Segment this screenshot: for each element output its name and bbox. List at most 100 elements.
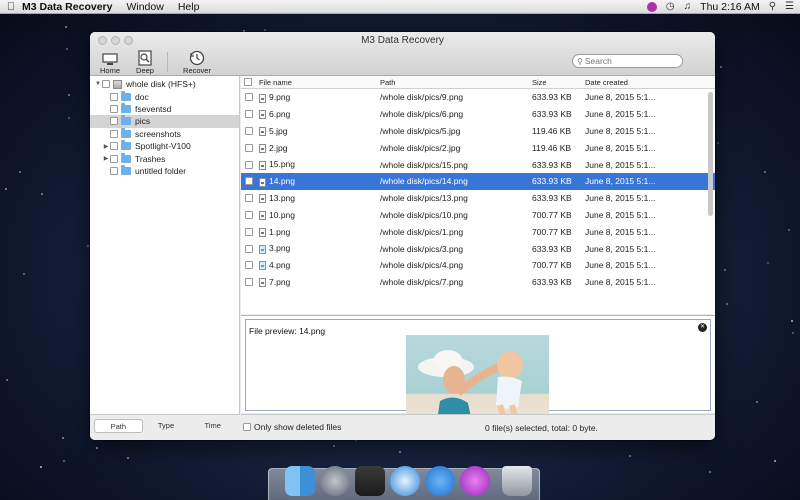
- tree-item-doc[interactable]: doc: [90, 90, 239, 102]
- row-checkbox[interactable]: [245, 126, 253, 135]
- tree-checkbox[interactable]: [110, 142, 118, 151]
- file-date: June 8, 2015 5:1...: [585, 176, 656, 187]
- row-checkbox[interactable]: [245, 227, 253, 236]
- star: [764, 171, 766, 173]
- star: [629, 455, 631, 457]
- file-icon: [259, 211, 266, 221]
- table-row[interactable]: 2.jpg/whole disk/pics/2.jpg 119.46 KB June…: [241, 139, 715, 156]
- only-deleted-checkbox[interactable]: [243, 423, 251, 431]
- window-title: M3 Data Recovery: [361, 35, 444, 46]
- tree-item-untitled-folder[interactable]: untitled folder: [90, 164, 239, 177]
- star: [96, 447, 98, 449]
- row-checkbox[interactable]: [245, 244, 253, 253]
- close-preview-icon[interactable]: ✕: [698, 323, 707, 332]
- tree-checkbox[interactable]: [110, 92, 118, 101]
- folder-tree: ▼ whole disk (HFS+) doc fseventsd pics s…: [90, 76, 239, 177]
- trash-icon[interactable]: [502, 466, 532, 496]
- status-app-icon[interactable]: [646, 1, 657, 12]
- tab-time[interactable]: Time: [189, 419, 236, 433]
- star: [264, 29, 266, 31]
- table-row[interactable]: 13.png/whole disk/pics/13.png 633.93 KB Ju…: [241, 190, 715, 207]
- spotlight-icon[interactable]: ⚲: [769, 1, 776, 12]
- column-header-path[interactable]: Path: [378, 78, 530, 87]
- preview-label: File preview: 14.png: [249, 326, 326, 336]
- row-checkbox[interactable]: [245, 261, 253, 270]
- vertical-scrollbar[interactable]: [708, 92, 713, 216]
- disclosure-collapsed-icon[interactable]: ▶: [102, 143, 110, 150]
- tree-item-trashes[interactable]: ▶ Trashes: [90, 152, 239, 164]
- volume-icon[interactable]: ♫: [684, 1, 692, 12]
- table-row[interactable]: 7.png/whole disk/pics/7.png 633.93 KB June…: [241, 274, 715, 291]
- preview-pane: File preview: 14.png ✕: [241, 315, 715, 440]
- tree-checkbox[interactable]: [110, 117, 118, 126]
- time-machine-icon[interactable]: ◷: [666, 1, 675, 12]
- star: [791, 320, 793, 322]
- table-row[interactable]: 9.png/whole disk/pics/9.png 633.93 KB June…: [241, 89, 715, 106]
- tree-item-whole-disk[interactable]: ▼ whole disk (HFS+): [90, 78, 239, 90]
- recover-button[interactable]: Recover: [182, 48, 212, 75]
- file-date: June 8, 2015 5:1...: [585, 260, 656, 271]
- disclosure-expanded-icon[interactable]: ▼: [94, 81, 102, 87]
- tab-type[interactable]: Type: [143, 419, 190, 433]
- file-icon: [259, 160, 266, 170]
- home-icon: [99, 48, 121, 66]
- row-checkbox[interactable]: [245, 278, 253, 287]
- tree-checkbox[interactable]: [110, 104, 118, 113]
- row-checkbox[interactable]: [245, 177, 253, 186]
- clock[interactable]: Thu 2:16 AM: [700, 1, 760, 13]
- file-date: June 8, 2015 5:1...: [585, 125, 656, 136]
- row-checkbox[interactable]: [245, 110, 253, 119]
- search-input[interactable]: [584, 56, 675, 66]
- notification-center-icon[interactable]: ☰: [785, 1, 794, 12]
- home-button[interactable]: Home: [99, 48, 121, 75]
- app-store-icon[interactable]: [425, 466, 455, 496]
- launchpad-icon[interactable]: [320, 466, 350, 496]
- table-row[interactable]: 4.png/whole disk/pics/4.png 700.77 KB June…: [241, 257, 715, 274]
- photo-booth-icon[interactable]: [355, 466, 385, 496]
- file-name: 4.png: [269, 260, 291, 271]
- finder-icon[interactable]: [285, 466, 315, 496]
- tree-checkbox[interactable]: [110, 154, 118, 163]
- tree-item-screenshots[interactable]: screenshots: [90, 127, 239, 140]
- file-date: June 8, 2015 5:1...: [585, 142, 656, 153]
- tree-checkbox[interactable]: [110, 166, 118, 175]
- row-checkbox[interactable]: [245, 160, 253, 169]
- column-header-name[interactable]: File name: [257, 78, 378, 87]
- app-menu[interactable]: M3 Data Recovery: [22, 1, 112, 13]
- row-checkbox[interactable]: [245, 143, 253, 152]
- apple-menu-icon[interactable]: : [0, 1, 22, 13]
- row-checkbox[interactable]: [245, 93, 253, 102]
- file-date: June 8, 2015 5:1...: [585, 92, 656, 103]
- table-row[interactable]: 14.png/whole disk/pics/14.png 633.93 KB Ju…: [241, 172, 715, 190]
- menu-help[interactable]: Help: [178, 1, 200, 13]
- tree-checkbox[interactable]: [110, 129, 118, 138]
- column-header-date[interactable]: Date created: [583, 78, 703, 87]
- table-row[interactable]: 15.png/whole disk/pics/15.png 633.93 KB Ju…: [241, 156, 715, 173]
- disclosure-collapsed-icon[interactable]: ▶: [102, 155, 110, 162]
- table-row[interactable]: 10.png/whole disk/pics/10.png 700.77 KB Ju…: [241, 207, 715, 224]
- itunes-icon[interactable]: [460, 466, 490, 496]
- tree-item-spotlight[interactable]: ▶ Spotlight-V100: [90, 140, 239, 152]
- column-header-size[interactable]: Size: [530, 78, 583, 87]
- tab-path[interactable]: Path: [94, 419, 143, 433]
- star: [709, 471, 711, 473]
- table-row[interactable]: 1.png/whole disk/pics/1.png 700.77 KB June…: [241, 223, 715, 240]
- only-deleted-toggle[interactable]: Only show deleted files: [243, 422, 341, 432]
- file-name: 5.jpg: [269, 125, 288, 136]
- row-checkbox[interactable]: [245, 210, 253, 219]
- search-field[interactable]: ⚲: [572, 54, 683, 68]
- table-row[interactable]: 6.png/whole disk/pics/6.png 633.93 KB June…: [241, 106, 715, 123]
- select-all-checkbox[interactable]: [243, 78, 252, 86]
- row-checkbox[interactable]: [245, 194, 253, 203]
- star: [6, 379, 8, 381]
- table-row[interactable]: 5.jpg/whole disk/pics/5.jpg 119.46 KB June…: [241, 123, 715, 140]
- home-label: Home: [99, 66, 120, 75]
- tree-checkbox[interactable]: [102, 80, 110, 89]
- safari-icon[interactable]: [390, 466, 420, 496]
- tree-item-pics[interactable]: pics: [90, 115, 239, 128]
- menu-window[interactable]: Window: [126, 1, 163, 13]
- file-icon: [259, 194, 266, 204]
- table-row[interactable]: 3.png/whole disk/pics/3.png 633.93 KB June…: [241, 240, 715, 257]
- tree-item-label: Trashes: [135, 153, 166, 164]
- tree-item-fseventsd[interactable]: fseventsd: [90, 102, 239, 115]
